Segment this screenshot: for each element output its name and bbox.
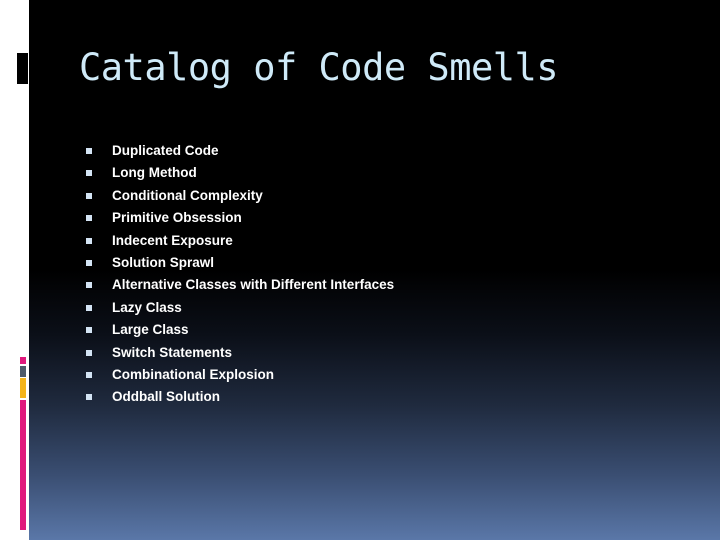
square-bullet-icon	[86, 349, 92, 356]
slide-title: Catalog of Code Smells	[79, 46, 559, 89]
square-bullet-icon	[86, 304, 92, 311]
accent-stripe-gray	[20, 366, 26, 377]
accent-stripe-yellow	[20, 378, 26, 398]
square-bullet-icon	[86, 170, 92, 177]
square-bullet-icon	[86, 259, 92, 266]
square-bullet-icon	[86, 237, 92, 244]
accent-stripe-pink	[20, 357, 26, 364]
square-bullet-icon	[86, 215, 92, 222]
decorative-side-mark	[17, 53, 28, 84]
accent-stripe-pink-long	[20, 400, 26, 530]
square-bullet-icon	[86, 148, 92, 154]
square-bullet-icon	[86, 394, 92, 401]
square-bullet-icon	[86, 327, 92, 334]
square-bullet-icon	[86, 192, 92, 199]
square-bullet-icon	[86, 282, 92, 289]
square-bullet-icon	[86, 371, 92, 378]
